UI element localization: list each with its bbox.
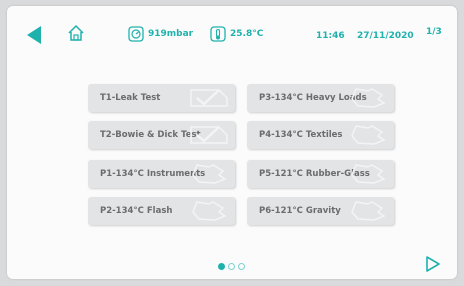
program-button-p3-heavy-loads[interactable]: P3-134°C Heavy Loads (247, 84, 394, 112)
page-dot-3[interactable] (238, 263, 245, 270)
program-label: P6-121°C Gravity (259, 206, 341, 216)
program-button-p4-textiles[interactable]: P4-134°C Textiles (247, 121, 394, 149)
program-label: P2-134°C Flash (100, 206, 173, 216)
status-bar: 919mbar 25.8°C 11:46 27/11/2020 1/3 (7, 6, 457, 58)
checkmark-icon (190, 126, 228, 144)
date-display: 27/11/2020 (357, 31, 414, 41)
program-button-p5-rubber-glass[interactable]: P5-121°C Rubber-Glass (247, 160, 394, 188)
screen: 919mbar 25.8°C 11:46 27/11/2020 1/3 T1-L… (7, 6, 457, 279)
wrap-icon (351, 125, 386, 145)
page-dot-1[interactable] (218, 263, 225, 270)
program-label: P4-134°C Textiles (259, 130, 343, 140)
program-label: T1-Leak Test (100, 93, 161, 103)
back-arrow-icon[interactable] (27, 26, 41, 44)
temperature-value: 25.8°C (230, 29, 264, 39)
program-button-p6-gravity[interactable]: P6-121°C Gravity (247, 197, 394, 225)
page-dots (218, 263, 245, 270)
pressure-value: 919mbar (148, 29, 194, 39)
next-page-icon[interactable] (424, 255, 442, 273)
wrap-icon (192, 164, 227, 184)
page-dot-2[interactable] (228, 263, 235, 270)
program-button-t1-leak-test[interactable]: T1-Leak Test (88, 84, 235, 112)
pressure-gauge-icon (128, 26, 144, 42)
wrap-icon (351, 88, 386, 108)
pressure-readout: 919mbar (128, 24, 193, 44)
checkmark-icon (190, 89, 228, 107)
time-display: 11:46 (316, 31, 345, 41)
wrap-icon (192, 201, 227, 221)
thermometer-icon (210, 26, 226, 42)
program-button-p1-instruments[interactable]: P1-134°C Instruments (88, 160, 235, 188)
home-icon[interactable] (67, 24, 85, 42)
wrap-icon (351, 201, 386, 221)
program-button-t2-bowie-dick-test[interactable]: T2-Bowie & Dick Test (88, 121, 235, 149)
temperature-readout: 25.8°C (210, 24, 263, 44)
program-label: T2-Bowie & Dick Test (100, 130, 201, 140)
page-indicator: 1/3 (426, 27, 442, 37)
wrap-icon (351, 164, 386, 184)
program-button-p2-flash[interactable]: P2-134°C Flash (88, 197, 235, 225)
